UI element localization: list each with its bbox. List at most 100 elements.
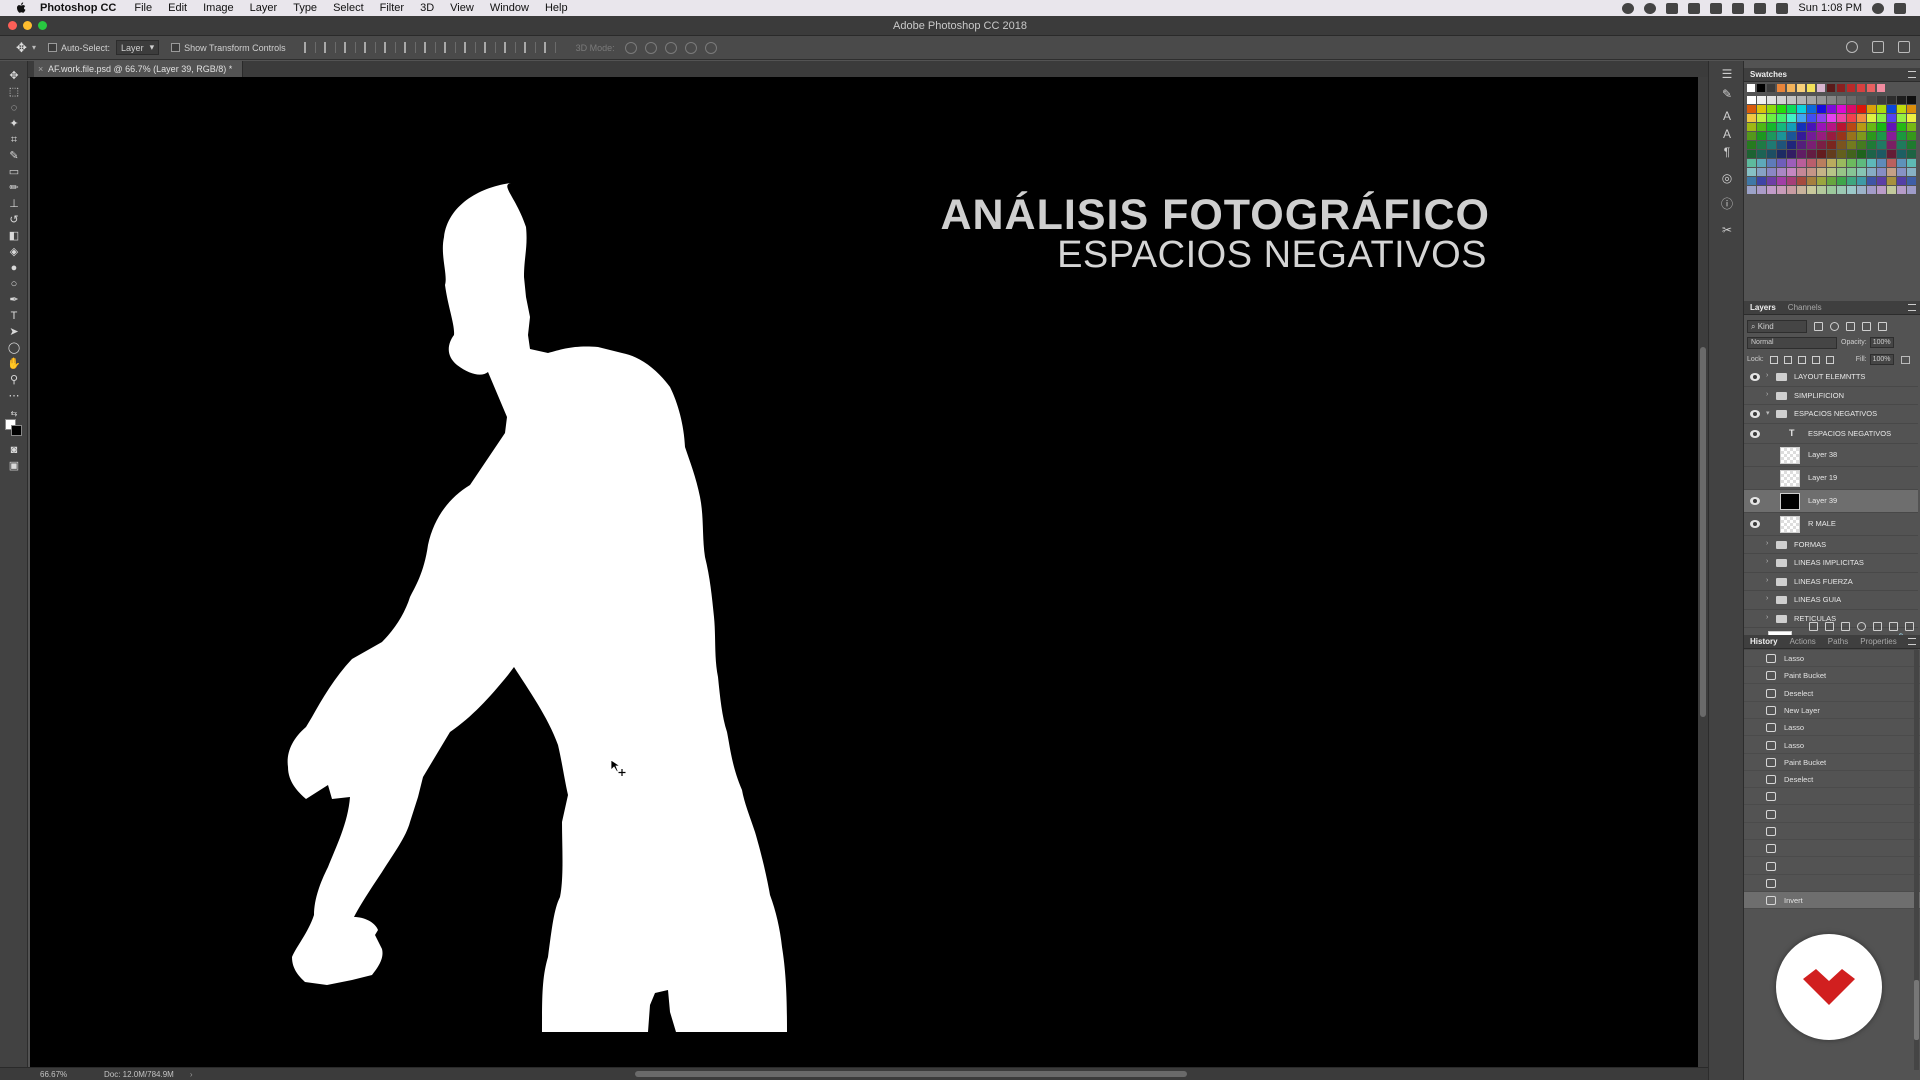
layer-row[interactable]: › LINEAS IMPLICITAS [1744, 554, 1918, 573]
swatch[interactable] [1867, 141, 1876, 149]
swatch[interactable] [1747, 114, 1756, 122]
swatch[interactable] [1837, 141, 1846, 149]
swatch[interactable] [1867, 159, 1876, 167]
add-mask-icon[interactable] [1841, 621, 1850, 631]
swatch[interactable] [1817, 168, 1826, 176]
lasso-tool-icon[interactable]: ◌ [7, 101, 21, 115]
layer-row[interactable]: R MALE [1744, 513, 1918, 536]
tools-preset-icon[interactable]: ✂ [1720, 223, 1734, 237]
swatch[interactable] [1827, 105, 1836, 113]
swatch[interactable] [1897, 105, 1906, 113]
swatch[interactable] [1907, 150, 1916, 158]
layer-row[interactable]: Layer 38 [1744, 444, 1918, 467]
swatch[interactable] [1867, 177, 1876, 185]
transform-controls-checkbox[interactable] [171, 43, 181, 52]
swatch[interactable] [1767, 141, 1776, 149]
layer-row[interactable]: › LINEAS FUERZA [1744, 573, 1918, 591]
layer-row[interactable]: Layer 19 [1744, 467, 1918, 490]
history-item[interactable]: Paint Bucket [1744, 754, 1920, 771]
swatch[interactable] [1787, 114, 1796, 122]
swatch[interactable] [1847, 96, 1856, 104]
new-group-icon[interactable] [1873, 621, 1882, 631]
chevron-right-icon[interactable]: › [1766, 577, 1768, 584]
swatch[interactable] [1907, 168, 1916, 176]
swatch[interactable] [1767, 96, 1776, 104]
minimize-window-icon[interactable] [23, 21, 32, 30]
history-item[interactable] [1744, 788, 1920, 806]
swatch[interactable] [1857, 141, 1866, 149]
marquee-tool-icon[interactable]: ⬚ [7, 85, 21, 99]
swatch[interactable] [1867, 96, 1876, 104]
distribute-top-icon[interactable] [423, 42, 436, 53]
swatch[interactable] [1807, 123, 1816, 131]
swatch[interactable] [1757, 168, 1766, 176]
menu-type[interactable]: Type [293, 2, 317, 14]
swatch[interactable] [1747, 132, 1756, 140]
swatch[interactable] [1887, 177, 1896, 185]
layer-row[interactable]: › LAYOUT ELEMNTTS [1744, 368, 1918, 387]
swatch[interactable] [1857, 132, 1866, 140]
layer-row[interactable]: › SIMPLIFICION [1744, 387, 1918, 405]
swatch[interactable] [1847, 114, 1856, 122]
swatch[interactable] [1807, 132, 1816, 140]
distribute-left-icon[interactable] [483, 42, 496, 53]
swatch[interactable] [1767, 159, 1776, 167]
swatch[interactable] [1847, 105, 1856, 113]
swatch[interactable] [1767, 123, 1776, 131]
swatch[interactable] [1767, 105, 1776, 113]
swatch[interactable] [1767, 186, 1776, 194]
swatch[interactable] [1777, 132, 1786, 140]
app-menu[interactable]: Photoshop CC [40, 2, 116, 14]
chevron-down-icon[interactable]: ▾ [32, 43, 36, 52]
swatch[interactable] [1767, 84, 1775, 92]
link-layers-icon[interactable] [1809, 621, 1818, 631]
layer-row[interactable]: T ESPACIOS NEGATIVOS [1744, 424, 1918, 444]
zoom-level[interactable]: 66.67% [40, 1070, 90, 1079]
swatch[interactable] [1817, 84, 1825, 92]
swatch[interactable] [1747, 186, 1756, 194]
swatch[interactable] [1847, 141, 1856, 149]
swatch[interactable] [1797, 84, 1805, 92]
fill-input[interactable]: 100% [1869, 354, 1894, 365]
crop-tool-icon[interactable]: ⌗ [7, 133, 21, 147]
tab-properties[interactable]: Properties [1854, 637, 1902, 646]
path-selection-tool-icon[interactable]: ➤ [7, 325, 21, 339]
swatch[interactable] [1797, 114, 1806, 122]
3d-drag-icon[interactable] [664, 41, 677, 54]
swatch[interactable] [1797, 141, 1806, 149]
swatch[interactable] [1897, 114, 1906, 122]
auto-select-checkbox[interactable] [48, 43, 58, 52]
swatch[interactable] [1757, 96, 1766, 104]
swatch[interactable] [1787, 84, 1795, 92]
chevron-right-icon[interactable]: › [1766, 558, 1768, 565]
quick-mask-icon[interactable]: ◙ [7, 443, 21, 457]
swatch[interactable] [1787, 159, 1796, 167]
swatch[interactable] [1907, 159, 1916, 167]
swatch[interactable] [1877, 84, 1885, 92]
close-tab-icon[interactable]: × [38, 61, 43, 78]
swatch[interactable] [1907, 105, 1916, 113]
swatch[interactable] [1797, 105, 1806, 113]
align-top-icon[interactable] [303, 42, 316, 53]
share-icon[interactable] [1898, 41, 1910, 53]
swatch[interactable] [1907, 141, 1916, 149]
swatch[interactable] [1867, 132, 1876, 140]
status-menu-arrow-icon[interactable]: › [190, 1070, 193, 1079]
swatch[interactable] [1827, 159, 1836, 167]
background-color-swatch[interactable] [11, 425, 22, 436]
chevron-down-icon[interactable]: ▾ [1766, 409, 1770, 417]
history-item[interactable]: Deselect [1744, 771, 1920, 789]
brush-settings-icon[interactable]: ✎ [1720, 87, 1734, 101]
visibility-eye-icon[interactable] [1750, 429, 1760, 438]
swatch[interactable] [1777, 168, 1786, 176]
distribute-bottom-icon[interactable] [463, 42, 476, 53]
ellipse-tool-icon[interactable]: ◯ [7, 341, 21, 355]
history-item[interactable]: New Layer [1744, 702, 1920, 719]
swatch[interactable] [1847, 123, 1856, 131]
history-item[interactable]: Lasso [1744, 719, 1920, 737]
swatch[interactable] [1757, 141, 1766, 149]
swatch[interactable] [1797, 177, 1806, 185]
swatch[interactable] [1757, 123, 1766, 131]
swatch[interactable] [1867, 105, 1876, 113]
swatch[interactable] [1787, 96, 1796, 104]
